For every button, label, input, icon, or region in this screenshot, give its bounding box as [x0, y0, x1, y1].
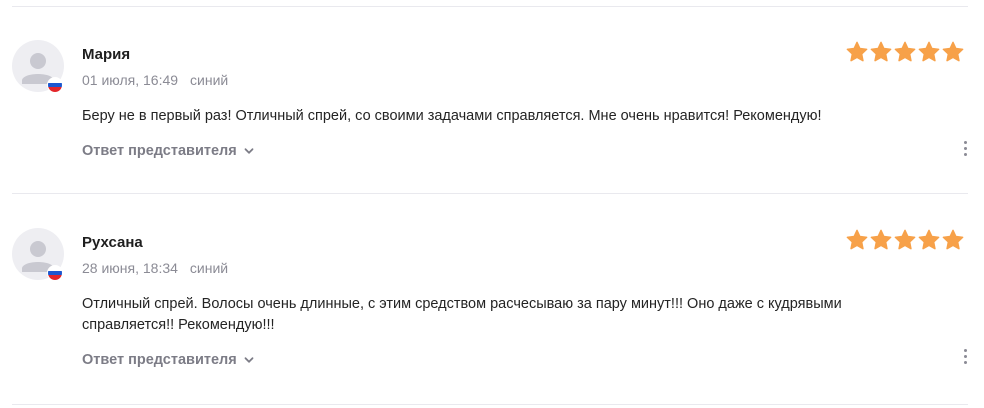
- reviews-feed: Мария 01 июля, 16:49 синий Беру не в перв…: [0, 0, 984, 408]
- divider: [12, 404, 968, 405]
- star-icon: [846, 41, 868, 62]
- review-author: Мария: [82, 46, 131, 63]
- review-text: Беру не в первый раз! Отличный спрей, со…: [82, 108, 822, 124]
- seller-reply-toggle[interactable]: Ответ представителя: [82, 352, 254, 368]
- divider: [12, 193, 968, 194]
- review-meta: 28 июня, 18:34 синий: [82, 260, 228, 276]
- more-options-icon[interactable]: [956, 349, 974, 369]
- star-icon: [918, 41, 940, 62]
- star-icon: [942, 229, 964, 250]
- more-options-icon[interactable]: [956, 141, 974, 161]
- seller-reply-label: Ответ представителя: [82, 143, 237, 159]
- rating-stars: [845, 228, 965, 252]
- star-icon: [918, 229, 940, 250]
- star-icon: [894, 41, 916, 62]
- review-variant: синий: [189, 260, 229, 276]
- russia-flag-icon: [47, 265, 63, 281]
- review-date: 28 июня, 18:34: [82, 260, 178, 276]
- chevron-down-icon: [244, 357, 254, 363]
- review-meta: 01 июля, 16:49 синий: [82, 72, 228, 88]
- review-variant: синий: [190, 72, 229, 88]
- review-text: Отличный спрей. Волосы очень длинные, с …: [82, 296, 842, 333]
- seller-reply-label: Ответ представителя: [82, 352, 237, 368]
- star-icon: [846, 229, 868, 250]
- russia-flag-icon: [47, 77, 63, 93]
- star-icon: [870, 41, 892, 62]
- rating-stars: [845, 40, 965, 64]
- star-icon: [870, 229, 892, 250]
- star-icon: [942, 41, 964, 62]
- star-icon: [894, 229, 916, 250]
- seller-reply-toggle[interactable]: Ответ представителя: [82, 143, 254, 159]
- chevron-down-icon: [244, 148, 254, 154]
- review-author: Рухсана: [82, 234, 143, 251]
- divider: [12, 6, 968, 7]
- review-date: 01 июля, 16:49: [82, 72, 179, 88]
